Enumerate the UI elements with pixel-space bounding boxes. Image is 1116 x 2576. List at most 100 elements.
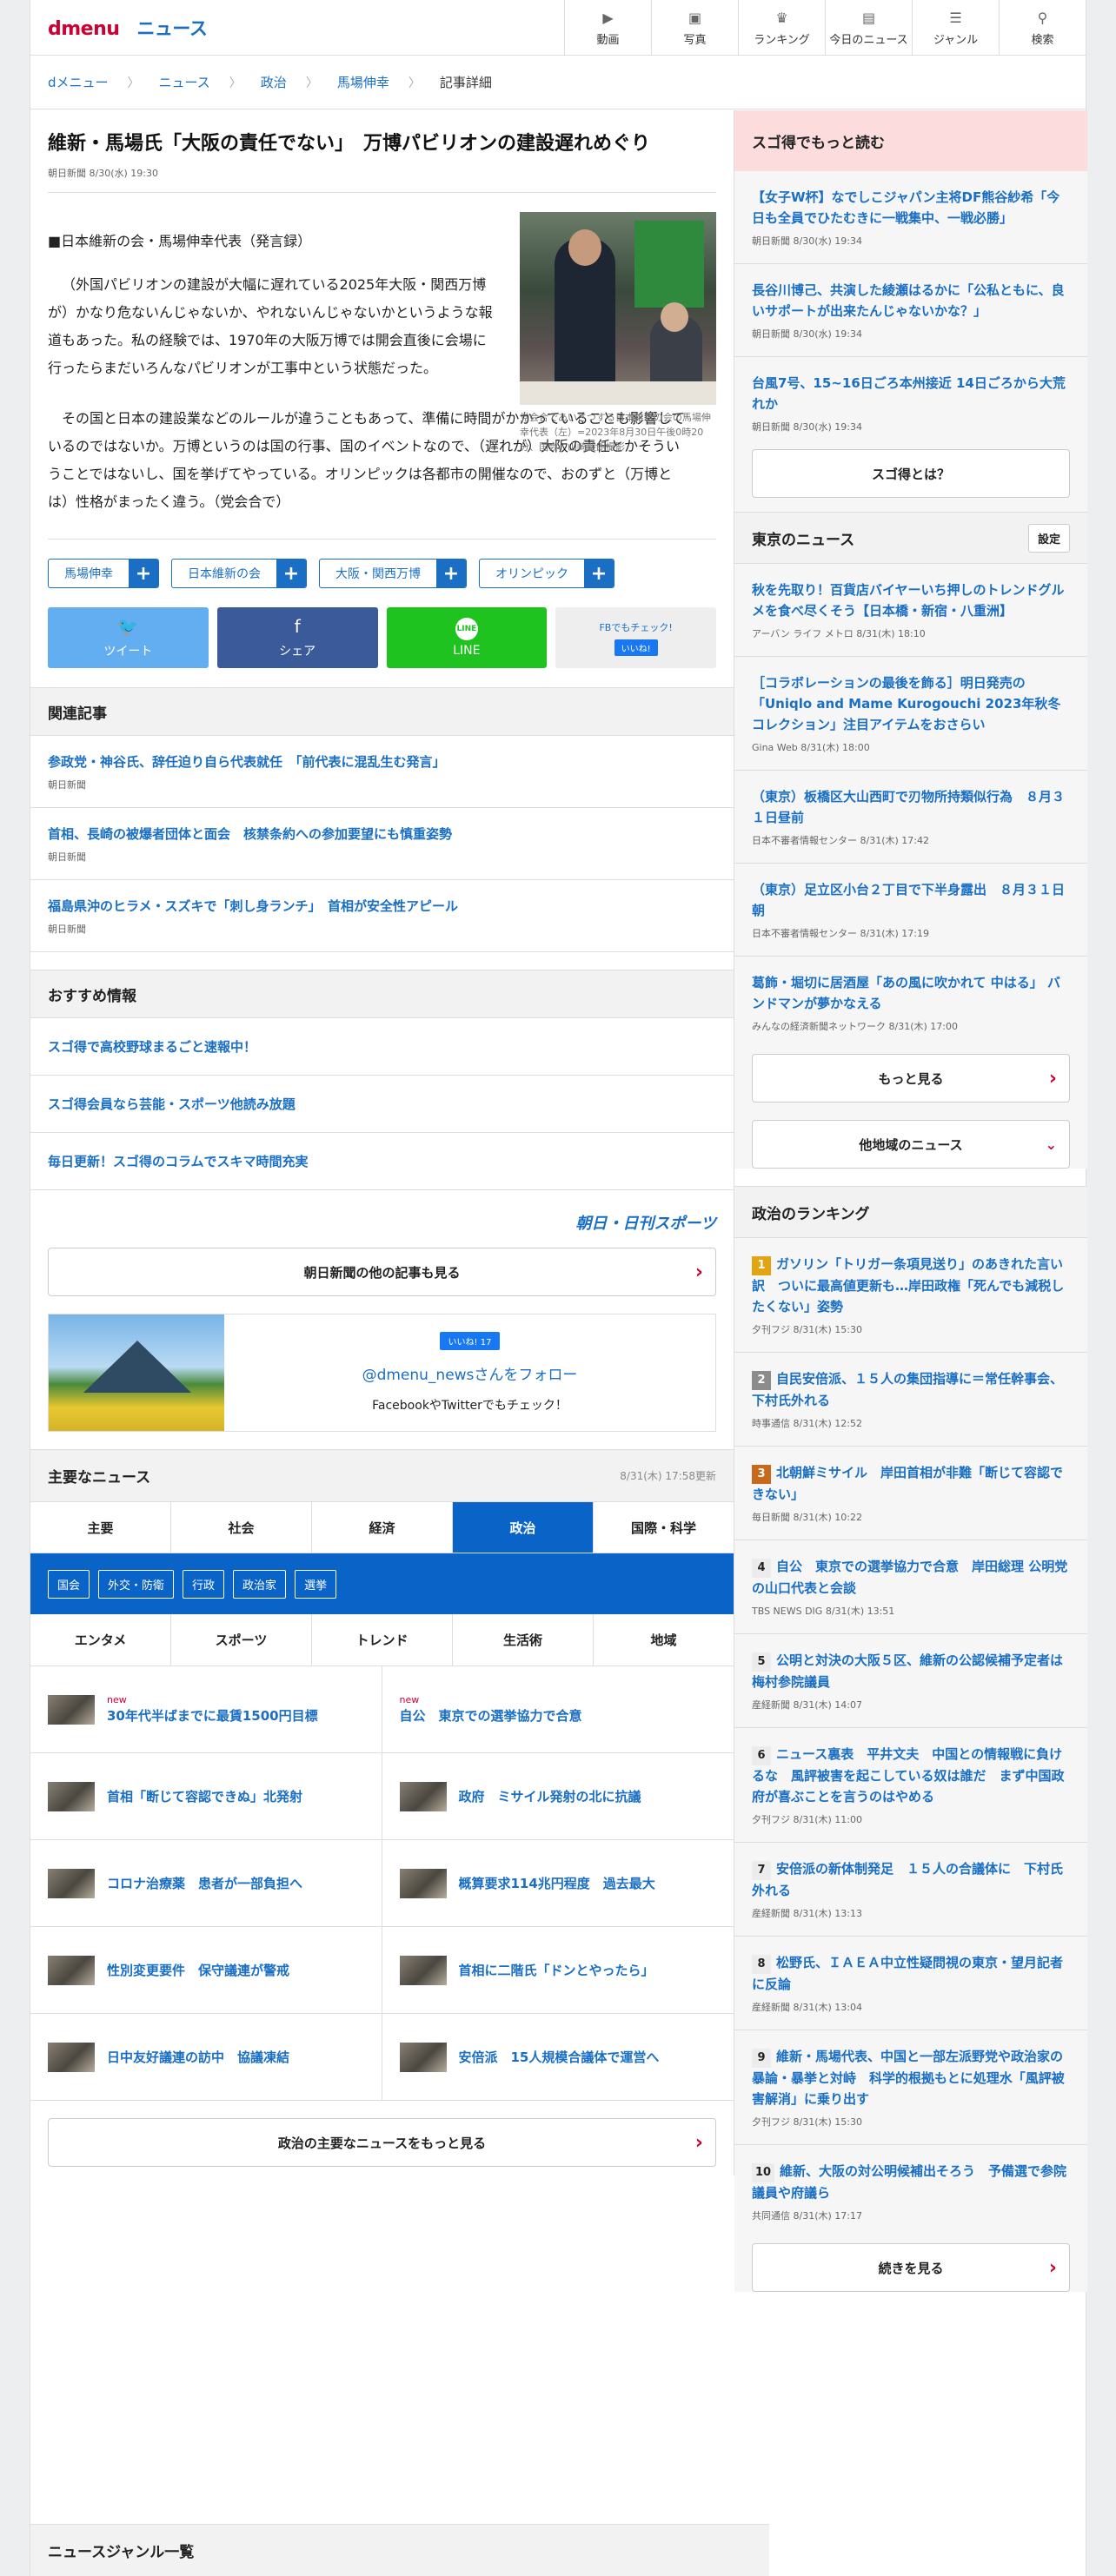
ranking-item[interactable]: 8 松野氏、ＩＡＥＡ中立性疑問視の東京・望月記者に反論 産経新聞 8/31(木) 1… xyxy=(734,1937,1087,2030)
fb-check-box: FBでもチェック! いいね! xyxy=(555,607,716,668)
chevron-right-icon: 〉 xyxy=(408,76,421,90)
ranking-item[interactable]: 5 公明と対決の大阪５区、維新の公認候補予定者は梅村参院議員 産経新聞 8/31(木… xyxy=(734,1634,1087,1728)
tag-expo[interactable]: 大阪・関西万博 + xyxy=(319,559,467,588)
ranking-item[interactable]: 4 自公 東京での選挙協力で合意 岸田総理 公明党の山口代表と会談 TBS NEWS… xyxy=(734,1540,1087,1634)
tab-international[interactable]: 国際・科学 xyxy=(594,1502,734,1553)
dmenu-logo[interactable]: dmenu ニュース xyxy=(48,15,208,41)
tab-economy[interactable]: 経済 xyxy=(312,1502,453,1553)
plus-icon[interactable]: + xyxy=(276,560,306,587)
subtab-election[interactable]: 選挙 xyxy=(295,1569,337,1599)
ranking-item[interactable]: 2 自民安倍派、１５人の集団指導に＝常任幹事会、下村氏外れる 時事通信 8/31(木… xyxy=(734,1353,1087,1447)
tokyo-news-item[interactable]: （東京）足立区小台２丁目で下半身露出 ８月３１日朝 日本不審者情報センター 8/3… xyxy=(734,864,1087,957)
article-body: 党会合であいさつする日本維新の会の馬場伸幸代表（左）=2023年8月30日午後0… xyxy=(30,193,734,516)
tokyo-more-button[interactable]: もっと見る › xyxy=(752,1054,1070,1103)
news-thumbnail xyxy=(48,1868,95,1898)
tag-ishin[interactable]: 日本維新の会 + xyxy=(171,559,307,588)
breadcrumb-news[interactable]: ニュース xyxy=(159,73,210,91)
subtab-diet[interactable]: 国会 xyxy=(48,1569,90,1599)
sugo-item[interactable]: 台風7号、15~16日ごろ本州接近 14日ごろから大荒れか 朝日新聞 8/30(水… xyxy=(734,357,1087,449)
plus-icon[interactable]: + xyxy=(584,560,614,587)
ranking-item[interactable]: 6 ニュース裏表 平井文夫 中国との情報戦に負けるな 風評被害を起こしている奴は誰… xyxy=(734,1728,1087,1843)
major-news-item[interactable]: new 30年代半ばまでに最賃1500円目標 xyxy=(30,1666,382,1753)
plus-icon[interactable]: + xyxy=(436,560,466,587)
recommend-item[interactable]: スゴ得会員なら芸能・スポーツ他読み放題 xyxy=(30,1076,734,1133)
subtab-politician[interactable]: 政治家 xyxy=(233,1569,287,1599)
major-news-item[interactable]: 概算要求114兆円程度 過去最大 xyxy=(382,1840,734,1927)
tag-olympic[interactable]: オリンピック + xyxy=(479,559,614,588)
chevron-right-icon: › xyxy=(1048,1067,1057,1089)
news-thumbnail xyxy=(399,1868,447,1898)
subtab-diplomacy[interactable]: 外交・防衛 xyxy=(98,1569,175,1599)
rank-badge: 2 xyxy=(752,1371,771,1390)
photo-caption: 党会合であいさつする日本維新の会の馬場伸幸代表（左）=2023年8月30日午後0… xyxy=(520,412,711,453)
major-news-item[interactable]: コロナ治療薬 患者が一部負担へ xyxy=(30,1840,382,1927)
breadcrumb-dmenu[interactable]: dメニュー xyxy=(48,73,109,91)
major-news-item[interactable]: 性別変更要件 保守議連が警戒 xyxy=(30,1927,382,2014)
nav-today[interactable]: ▤ 今日のニュース xyxy=(825,0,912,56)
tab-trend[interactable]: トレンド xyxy=(312,1614,453,1665)
ranking-more-button[interactable]: 続きを見る › xyxy=(752,2243,1070,2292)
ranking-item[interactable]: 10 維新、大阪の対公明候補出そろう 予備選で参院議員や府議ら 共同通信 8/31(… xyxy=(734,2145,1087,2238)
plus-icon[interactable]: + xyxy=(129,560,158,587)
follow-handle[interactable]: @dmenu_newsさんをフォロー xyxy=(362,1362,578,1384)
nav-photo[interactable]: ▣ 写真 xyxy=(651,0,738,56)
tab-sports[interactable]: スポーツ xyxy=(171,1614,312,1665)
tab-region[interactable]: 地域 xyxy=(594,1614,734,1665)
other-region-button[interactable]: 他地域のニュース ⌄ xyxy=(752,1120,1070,1169)
tokyo-news-item[interactable]: 葛飾・堀切に居酒屋「あの風に吹かれて 中はる」 バンドマンが夢かなえる みんなの経… xyxy=(734,957,1087,1049)
nav-search[interactable]: ⚲ 検索 xyxy=(999,0,1086,56)
tag-baba[interactable]: 馬場伸幸 + xyxy=(48,559,159,588)
ranking-item[interactable]: 1 ガソリン「トリガー条項見送り」のあきれた言い訳 ついに最高値更新も…岸田政権「… xyxy=(734,1238,1087,1353)
recommend-item[interactable]: 毎日更新！スゴ得のコラムでスキマ時間充実 xyxy=(30,1133,734,1190)
nav-ranking[interactable]: ♛ ランキング xyxy=(738,0,825,56)
major-news-item[interactable]: 首相に二階氏「ドンとやったら」 xyxy=(382,1927,734,2014)
ranking-item[interactable]: 7 安倍派の新体制発足 １５人の合議体に 下村氏外れる 産経新聞 8/31(木) 1… xyxy=(734,1843,1087,1937)
politics-more-button[interactable]: 政治の主要なニュースをもっと見る › xyxy=(48,2118,716,2167)
twitter-icon: 🐦 xyxy=(116,616,139,637)
breadcrumb-politics[interactable]: 政治 xyxy=(261,73,287,91)
asahi-more-button[interactable]: 朝日新聞の他の記事も見る › xyxy=(48,1248,716,1296)
related-item[interactable]: 首相、長崎の被爆者団体と面会 核禁条約への参加要望にも慎重姿勢 朝日新聞 xyxy=(30,808,734,880)
facebook-share-button[interactable]: f シェア xyxy=(216,607,378,668)
ranking-item[interactable]: 3 北朝鮮ミサイル 岸田首相が非難「断じて容認できない」 毎日新聞 8/31(木) … xyxy=(734,1447,1087,1540)
fb-like-button[interactable]: いいね! xyxy=(614,639,658,656)
sugo-about-button[interactable]: スゴ得とは？ xyxy=(752,449,1070,498)
major-news-item[interactable]: 首相「断じて容認できぬ」北発射 xyxy=(30,1753,382,1840)
nav-genre[interactable]: ☰ ジャンル xyxy=(912,0,999,56)
tokyo-news-item[interactable]: 秋を先取り！百貨店バイヤーいち押しのトレンドグルメを食べ尽くそう【日本橋・新宿・… xyxy=(734,564,1087,657)
follow-banner[interactable]: いいね! 17 @dmenu_newsさんをフォロー FacebookやTwit… xyxy=(48,1314,716,1432)
related-item[interactable]: 参政党・神谷氏、辞任迫り自ら代表就任 「前代表に混乱生む発言」 朝日新聞 xyxy=(30,736,734,808)
major-news-item[interactable]: 政府 ミサイル発射の北に抗議 xyxy=(382,1753,734,1840)
tweet-button[interactable]: 🐦 ツイート xyxy=(48,607,209,668)
major-news-item[interactable]: 日中友好議連の訪中 協議凍結 xyxy=(30,2014,382,2101)
ranking-item[interactable]: 9 維新・馬場代表、中国と一部左派野党や政治家の暴論・暴挙と対峙 科学的根拠もとに… xyxy=(734,2030,1087,2145)
tab-entertainment[interactable]: エンタメ xyxy=(30,1614,171,1665)
breadcrumb-baba[interactable]: 馬場伸幸 xyxy=(337,73,389,91)
rank-badge: 8 xyxy=(752,1955,771,1974)
sugo-item[interactable]: 長谷川博己、共演した綾瀬はるかに「公私ともに、良いサポートが出来たんじゃないかな… xyxy=(734,264,1087,357)
tokyo-news-item[interactable]: （東京）板橋区大山西町で刃物所持類似行為 ８月３１日昼前 日本不審者情報センター … xyxy=(734,771,1087,864)
major-news-item[interactable]: new 自公 東京での選挙協力で合意 xyxy=(382,1666,734,1753)
subtab-admin[interactable]: 行政 xyxy=(183,1569,225,1599)
settings-button[interactable]: 設定 xyxy=(1027,523,1070,553)
related-item[interactable]: 福島県沖のヒラメ・スズキで「刺し身ランチ」 首相が安全性アピール 朝日新聞 xyxy=(30,880,734,952)
article-photo[interactable]: 党会合であいさつする日本維新の会の馬場伸幸代表（左）=2023年8月30日午後0… xyxy=(520,212,716,454)
nav-video[interactable]: ▶ 動画 xyxy=(564,0,651,56)
tab-politics[interactable]: 政治 xyxy=(453,1502,594,1553)
recommend-item[interactable]: スゴ得で高校野球まるごと速報中！ xyxy=(30,1018,734,1076)
major-tabs-2: エンタメ スポーツ トレンド 生活術 地域 xyxy=(30,1614,734,1666)
rank-badge: 4 xyxy=(752,1559,771,1578)
rank-badge: 9 xyxy=(752,2049,771,2068)
section-title[interactable]: ニュース xyxy=(136,18,207,39)
sugo-item[interactable]: 【女子W杯】なでしこジャパン主将DF熊谷紗希「今日も全員でひたむきに一戦集中、一… xyxy=(734,171,1087,264)
photo-image[interactable] xyxy=(520,212,716,405)
tab-main[interactable]: 主要 xyxy=(30,1502,171,1553)
genre-list-heading: ニュースジャンル一覧 xyxy=(30,2524,769,2576)
tokyo-news-item[interactable]: ［コラボレーションの最後を飾る］明日発売の「Uniqlo and Mame Ku… xyxy=(734,657,1087,771)
tab-lifestyle[interactable]: 生活術 xyxy=(453,1614,594,1665)
fb-like-button[interactable]: いいね! 17 xyxy=(439,1332,501,1350)
line-share-button[interactable]: LINE LINE xyxy=(386,607,548,668)
tab-society[interactable]: 社会 xyxy=(171,1502,312,1553)
major-news-item[interactable]: 安倍派 15人規模合議体で運営へ xyxy=(382,2014,734,2101)
article-paragraph: （外国パビリオンの建設が大幅に遅れている2025年大阪・関西万博が）かなり危ない… xyxy=(48,276,493,376)
